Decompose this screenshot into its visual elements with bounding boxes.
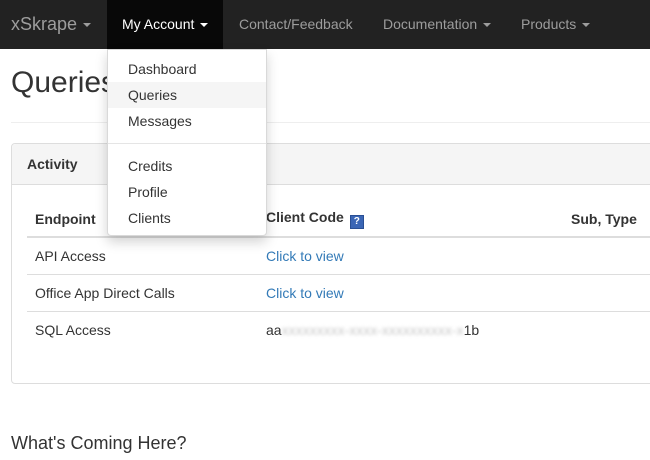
click-to-view-link[interactable]: Click to view [266, 248, 344, 264]
sub-type-cell [563, 311, 650, 348]
client-code-redacted: xxxxxxxxx-xxxx-xxxxxxxxxx-x [281, 321, 464, 338]
nav-contact-feedback[interactable]: Contact/Feedback [239, 0, 353, 49]
chevron-down-icon [83, 23, 92, 28]
section-title: What's Coming Here? [11, 433, 187, 453]
column-header-client-code-label: Client Code [266, 208, 344, 225]
my-account-dropdown: Dashboard Queries Messages Credits Profi… [107, 49, 267, 236]
nav-my-account-label: My Account [122, 16, 195, 32]
menu-item-dashboard[interactable]: Dashboard [108, 56, 266, 82]
click-to-view-link[interactable]: Click to view [266, 285, 344, 301]
endpoint-cell: SQL Access [35, 321, 111, 338]
menu-divider [108, 143, 266, 144]
nav-products-label: Products [521, 16, 577, 32]
nav-documentation[interactable]: Documentation [383, 0, 492, 49]
sub-type-cell [563, 274, 650, 312]
client-code-start: aa [266, 321, 282, 338]
nav-documentation-label: Documentation [383, 16, 478, 32]
endpoint-cell: API Access [27, 237, 258, 275]
menu-item-credits[interactable]: Credits [108, 153, 266, 179]
client-code-end: 1b [463, 321, 480, 338]
nav-products[interactable]: Products [521, 0, 591, 49]
help-icon[interactable]: ? [349, 214, 364, 229]
page-title: Queries [11, 66, 117, 99]
client-code-cell: Click to view [258, 237, 563, 275]
client-code-cell: Click to view [258, 274, 563, 312]
top-navbar: xSkrape My Account Contact/Feedback Docu… [0, 0, 650, 49]
chevron-down-icon [483, 23, 492, 28]
endpoint-cell: Office App Direct Calls [27, 274, 258, 312]
menu-item-messages[interactable]: Messages [108, 108, 266, 134]
menu-item-profile[interactable]: Profile [108, 179, 266, 205]
column-header-client-code: Client Code? [258, 201, 563, 238]
client-code-cell: aaxxxxxxxxx-xxxx-xxxxxxxxxx-x1b [258, 311, 563, 348]
nav-contact-feedback-label: Contact/Feedback [239, 16, 353, 32]
table-row: Office App Direct Calls Click to view [27, 274, 650, 312]
brand-label: xSkrape [11, 14, 78, 34]
brand-menu[interactable]: xSkrape [11, 0, 92, 49]
chevron-down-icon [200, 23, 209, 28]
column-header-sub-type: Sub, Type [563, 201, 650, 238]
chevron-down-icon [582, 23, 591, 28]
menu-item-queries[interactable]: Queries [108, 82, 266, 108]
sub-type-cell [563, 237, 650, 275]
table-row: API Access Click to view [27, 237, 650, 275]
nav-my-account[interactable]: My Account [107, 0, 224, 49]
menu-item-clients[interactable]: Clients [108, 205, 266, 231]
table-row: SQL Access aaxxxxxxxxx-xxxx-xxxxxxxxxx-x… [27, 311, 650, 348]
